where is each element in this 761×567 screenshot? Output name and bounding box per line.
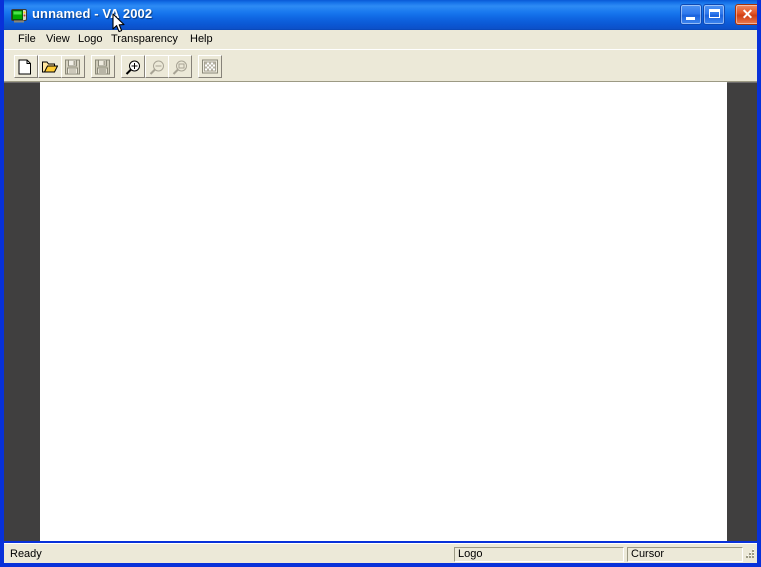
application-window: unnamed - VA 2002 ✕ File View Logo Trans… [0, 0, 761, 567]
save-as-button[interactable] [91, 55, 115, 78]
tv-monitor-icon [11, 8, 27, 23]
menu-item-help[interactable]: Help [184, 32, 219, 47]
window-title: unnamed - VA 2002 [32, 6, 153, 21]
zoom-fit-button[interactable] [168, 55, 192, 78]
save-as-floppy-icon [95, 59, 111, 74]
magnifier-plus-icon [125, 59, 141, 75]
resize-grip-icon[interactable] [742, 548, 755, 561]
checkerboard-grid-icon [202, 59, 218, 74]
save-button[interactable] [61, 55, 85, 78]
minimize-icon [686, 17, 695, 20]
document-canvas[interactable] [40, 82, 727, 541]
maximize-icon [709, 9, 720, 18]
close-icon: ✕ [741, 6, 754, 22]
status-pane-cursor: Cursor [627, 547, 743, 562]
zoom-out-button[interactable] [145, 55, 169, 78]
toolbar [4, 49, 757, 82]
menu-item-view[interactable]: View [40, 32, 76, 47]
open-folder-icon [42, 59, 59, 74]
canvas-area[interactable] [4, 82, 757, 541]
new-document-icon [18, 59, 34, 74]
close-button[interactable]: ✕ [735, 4, 757, 25]
magnifier-minus-icon [149, 59, 165, 75]
status-pane-logo: Logo [454, 547, 624, 562]
menu-item-file[interactable]: File [12, 32, 42, 47]
menu-item-logo[interactable]: Logo [72, 32, 108, 47]
status-bar: Ready Logo Cursor [4, 543, 757, 563]
menu-item-transparency[interactable]: Transparency [105, 32, 184, 47]
maximize-button[interactable] [703, 4, 725, 25]
menu-bar: File View Logo Transparency Help [4, 30, 757, 49]
magnifier-fit-icon [172, 59, 188, 75]
transparency-grid-button[interactable] [198, 55, 222, 78]
save-floppy-icon [65, 59, 81, 74]
minimize-button[interactable] [680, 4, 702, 25]
title-bar[interactable]: unnamed - VA 2002 ✕ [4, 0, 757, 30]
zoom-in-button[interactable] [121, 55, 145, 78]
new-button[interactable] [14, 55, 38, 78]
open-button[interactable] [38, 55, 62, 78]
status-message: Ready [10, 548, 42, 560]
